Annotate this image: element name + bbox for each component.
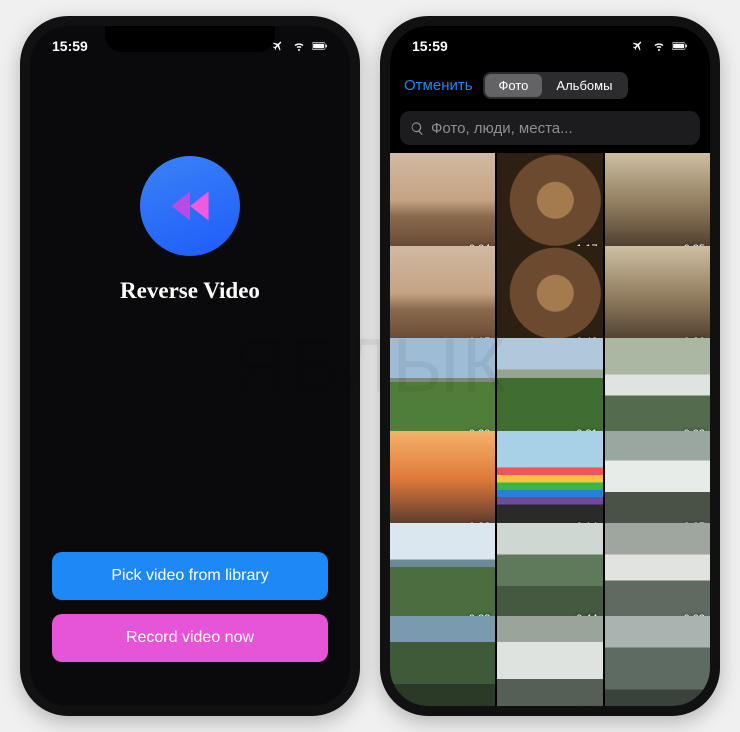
video-thumbnail[interactable]: 0:21	[497, 338, 602, 443]
record-video-button[interactable]: Record video now	[52, 614, 328, 662]
video-grid[interactable]: 0:04 1:17 0:25 1:15 0:48 0:26 0:20 0:21 …	[390, 153, 710, 706]
status-indicators	[270, 40, 328, 52]
battery-icon	[672, 40, 688, 52]
video-thumbnail[interactable]: 0:20	[390, 338, 495, 443]
search-input[interactable]: Фото, люди, места...	[400, 111, 700, 145]
video-thumbnail[interactable]: 0:04	[390, 153, 495, 258]
video-thumbnail[interactable]: 0:28	[390, 431, 495, 536]
notch	[465, 26, 635, 52]
video-thumbnail[interactable]: 0:25	[605, 153, 710, 258]
video-thumbnail[interactable]: 1:15	[390, 246, 495, 351]
tab-albums[interactable]: Альбомы	[542, 74, 626, 97]
video-thumbnail[interactable]: 0:53	[605, 616, 710, 707]
action-buttons: Pick video from library Record video now	[52, 552, 328, 662]
video-thumbnail[interactable]: 0:44	[497, 523, 602, 628]
app-logo-block: Reverse Video	[120, 156, 260, 304]
app-logo-circle	[140, 156, 240, 256]
app-title: Reverse Video	[120, 278, 260, 304]
segmented-control: Фото Альбомы	[483, 72, 629, 99]
video-thumbnail[interactable]: 0:03	[605, 338, 710, 443]
video-thumbnail[interactable]: 1:17	[497, 153, 602, 258]
search-icon	[410, 121, 425, 136]
video-thumbnail[interactable]: 0:27	[605, 431, 710, 536]
phone-left: 15:59 Reverse Video Pick video from libr…	[20, 16, 360, 716]
cancel-button[interactable]: Отменить	[404, 77, 473, 94]
video-thumbnail[interactable]: 0:26	[605, 246, 710, 351]
search-placeholder: Фото, люди, места...	[431, 120, 573, 137]
picker-header: Отменить Фото Альбомы	[390, 66, 710, 105]
video-thumbnail[interactable]: 0:38	[390, 523, 495, 628]
notch	[105, 26, 275, 52]
video-thumbnail[interactable]: 0:03	[605, 523, 710, 628]
wifi-icon	[651, 40, 667, 52]
reverse-video-app-screen: Reverse Video Pick video from library Re…	[30, 26, 350, 706]
video-thumbnail[interactable]: 0:03	[497, 616, 602, 707]
rewind-icon	[161, 177, 219, 235]
status-indicators	[630, 40, 688, 52]
photo-picker-screen: Отменить Фото Альбомы Фото, люди, места.…	[390, 26, 710, 706]
status-time: 15:59	[52, 38, 88, 54]
video-thumbnail[interactable]: 0:14	[497, 431, 602, 536]
video-thumbnail[interactable]: 0:48	[497, 246, 602, 351]
pick-video-button[interactable]: Pick video from library	[52, 552, 328, 600]
wifi-icon	[291, 40, 307, 52]
battery-icon	[312, 40, 328, 52]
tab-photos[interactable]: Фото	[485, 74, 543, 97]
phone-right: 15:59 Отменить Фото Альбомы Фото, люди, …	[380, 16, 720, 716]
status-time: 15:59	[412, 38, 448, 54]
video-thumbnail[interactable]: 0:23	[390, 616, 495, 707]
